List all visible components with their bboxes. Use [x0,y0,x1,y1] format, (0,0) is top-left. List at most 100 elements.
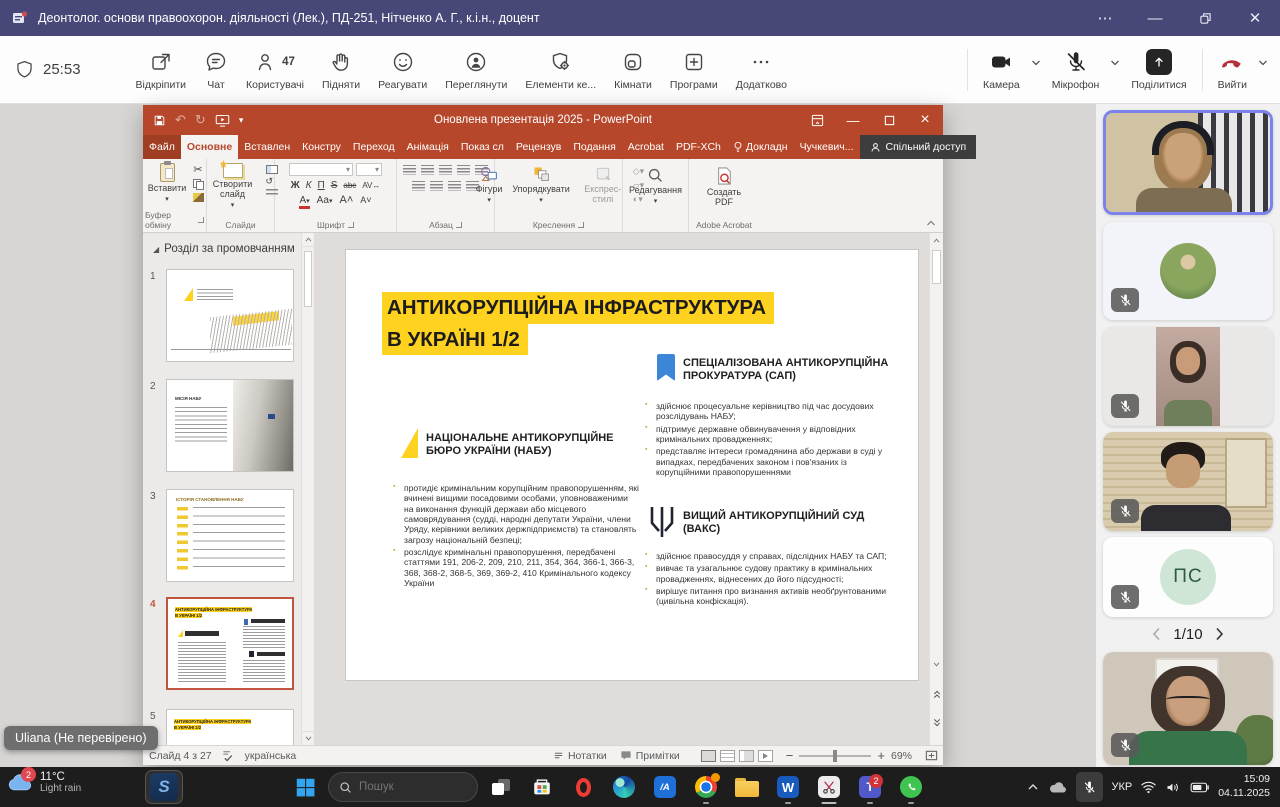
next-slide-button[interactable] [930,715,943,729]
previous-page-button[interactable] [1152,627,1161,641]
tab-animations[interactable]: Анімація [401,135,455,159]
participant-tile-4[interactable] [1103,432,1273,531]
font-name-box[interactable]: ▾ [289,163,353,176]
indent-decrease-button[interactable] [439,165,452,175]
scroll-thumb[interactable] [304,251,312,307]
language-indicator[interactable]: УКР [1111,781,1132,793]
fit-to-window-button[interactable] [925,749,938,762]
align-center-button[interactable] [430,181,443,191]
react-button[interactable]: Реагувати [369,41,436,99]
mic-chevron[interactable] [1108,56,1122,70]
ppt-share-button[interactable]: Спільний доступ [860,135,977,159]
spellcheck-icon[interactable] [222,749,235,762]
tab-home[interactable]: Основне [181,135,238,159]
leave-button[interactable]: Вийти [1209,41,1256,99]
task-view-button[interactable] [483,769,519,805]
bullets-button[interactable] [403,165,416,175]
search-input[interactable] [359,781,459,793]
font-size-box[interactable]: ▾ [356,163,382,176]
previous-slide-button[interactable] [930,687,943,701]
participant-tile-3[interactable] [1103,327,1273,426]
camera-chevron[interactable] [1029,56,1043,70]
edge-app[interactable] [606,769,642,805]
bold-button[interactable]: Ж [291,180,300,191]
ppt-maximize-button[interactable] [871,105,907,135]
zoom-out-button[interactable]: − [786,748,794,763]
zoom-in-button[interactable]: + [877,748,885,763]
slideshow-view-button[interactable] [758,750,773,762]
scroll-thumb[interactable] [932,250,941,284]
breakout-rooms-button[interactable]: Кімнати [605,41,661,99]
whatsapp-app[interactable] [893,769,929,805]
slide-thumbnail-2[interactable]: 2 МІСІЯ НАБУ [150,379,294,472]
meeting-controls-button[interactable]: Елементи ке... [516,41,605,99]
current-slide[interactable]: АНТИКОРУПЦІЙНА ІНФРАСТРУКТУРА В УКРАЇНІ … [346,250,918,680]
tray-expand-chevron[interactable] [1026,780,1040,794]
media-app[interactable]: /A [647,769,683,805]
teams-app[interactable]: T2 [852,769,888,805]
tab-transitions[interactable]: Переход [347,135,401,159]
quick-styles-button[interactable]: Експрес- стилі [577,164,629,206]
start-button[interactable] [287,769,323,805]
arrange-button[interactable]: Упорядкувати▾ [509,164,572,206]
comments-button[interactable]: Примітки [620,750,680,762]
char-spacing-button[interactable]: AV↔ [362,181,380,190]
scroll-up-button[interactable] [930,233,943,247]
ribbon-display-options-button[interactable] [799,105,835,135]
zoom-slider[interactable] [799,755,871,757]
word-app[interactable]: W [770,769,806,805]
ppt-close-button[interactable]: × [907,105,943,135]
taskbar-clock[interactable]: 15:09 04.11.2025 [1218,773,1270,800]
save-icon[interactable] [153,114,166,127]
apps-button[interactable]: Програми [661,41,727,99]
notes-button[interactable]: Нотатки [553,750,607,762]
normal-view-button[interactable] [701,750,716,762]
slide-sorter-view-button[interactable] [720,750,735,762]
qat-customize-chevron[interactable]: ▾ [239,115,244,126]
participant-tile-6[interactable] [1103,652,1273,765]
tab-design[interactable]: Констру [296,135,347,159]
language-indicator[interactable]: українська [245,750,297,762]
create-pdf-button[interactable]: Создать PDF [696,165,752,209]
titlebar-more-button[interactable]: ⋯ [1080,0,1130,36]
chat-button[interactable]: Чат [195,41,237,99]
more-button[interactable]: Додатково [727,41,796,99]
tab-review[interactable]: Рецензув [510,135,567,159]
clear-formatting-button[interactable]: abc [343,181,356,190]
restore-button[interactable] [1180,0,1230,36]
italic-button[interactable]: К [306,180,312,191]
shapes-button[interactable]: Фігури▾ [473,164,506,206]
new-slide-button[interactable]: Створити слайд▾ [204,162,262,210]
slide-scrollbar[interactable] [929,233,943,745]
tab-tellme[interactable]: Докладн [727,135,794,159]
start-slideshow-icon[interactable] [215,114,230,127]
slide-thumbnail-4-selected[interactable]: 4 АНТИКОРУПЦІЙНА ІНФРАСТРУКТУРАВ УКРАЇНІ… [150,597,294,690]
font-color-button[interactable]: А▾ [299,195,309,209]
participant-tile-2[interactable] [1103,222,1273,320]
file-explorer-app[interactable] [729,769,765,805]
dialog-launcher[interactable] [578,222,584,228]
section-header[interactable]: ◢ Розділ за промовчанням [143,233,301,259]
zoom-level[interactable]: 69% [891,750,912,762]
ppt-minimize-button[interactable]: — [835,105,871,135]
camera-button[interactable]: Камера [974,41,1029,99]
view-button[interactable]: Переглянути [436,41,516,99]
tab-slideshow[interactable]: Показ сл [455,135,510,159]
align-right-button[interactable] [448,181,461,191]
change-case-button[interactable]: Аа▾ [317,195,333,206]
active-app-screenshare[interactable]: S [145,770,183,804]
wifi-icon[interactable] [1140,780,1157,794]
dialog-launcher[interactable] [456,222,462,228]
reading-view-button[interactable] [739,750,754,762]
numbering-button[interactable] [421,165,434,175]
tab-acrobat[interactable]: Acrobat [622,135,670,159]
participant-tile-speaker[interactable] [1103,110,1273,215]
opera-app[interactable] [565,769,601,805]
redo-icon[interactable]: ↻ [195,112,206,128]
volume-icon[interactable] [1165,780,1182,795]
slide-thumbnail-5[interactable]: 5 АНТИКОРУПЦІЙНА ІНФРАСТРУКТУРАВ УКРАЇНІ… [150,709,294,745]
tab-insert[interactable]: Вставлен [238,135,296,159]
microphone-button[interactable]: Мікрофон [1043,41,1109,99]
taskbar-search[interactable] [328,772,478,802]
minimize-button[interactable]: — [1130,0,1180,36]
